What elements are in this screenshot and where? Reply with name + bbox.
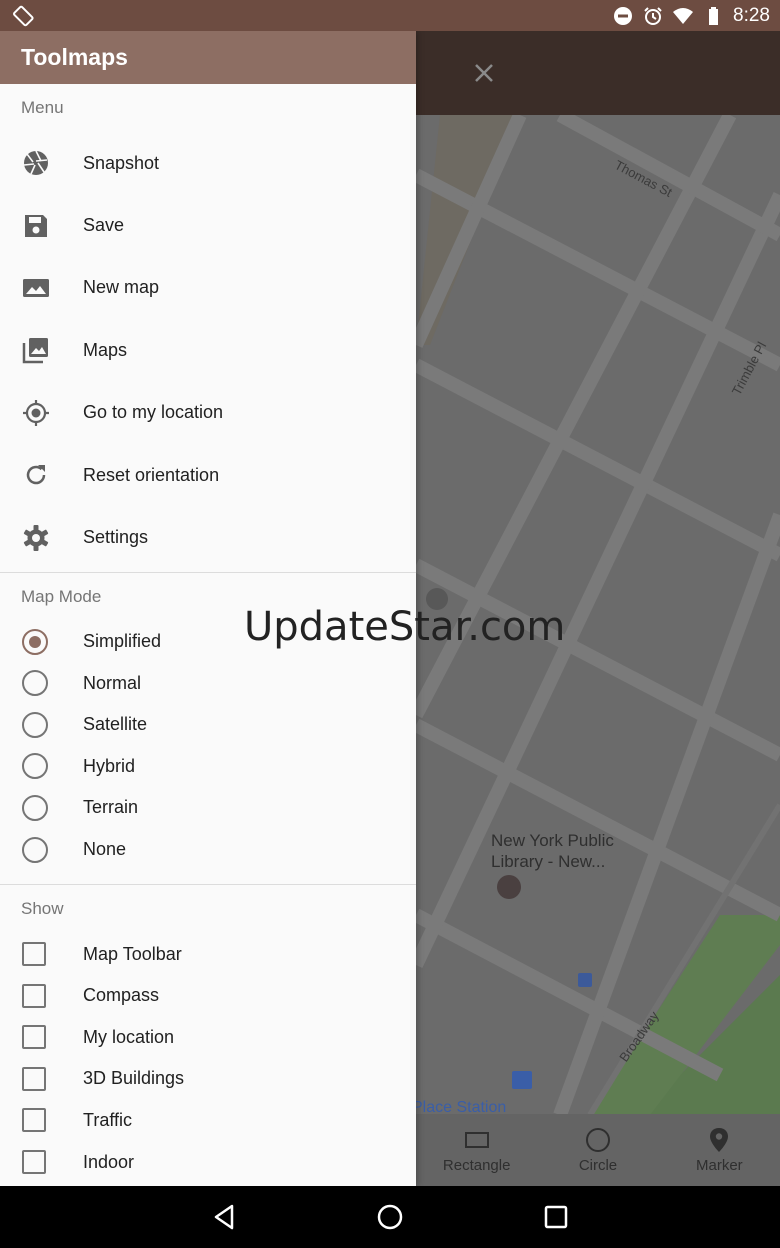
alarm-icon <box>644 6 662 25</box>
poi-label[interactable]: New York Public Library - New... <box>491 830 621 872</box>
menu-item-new-map[interactable]: New map <box>0 257 416 319</box>
battery-icon <box>709 6 719 25</box>
refresh-icon <box>26 465 46 485</box>
radio-button-checked[interactable] <box>22 628 48 655</box>
menu-item-label: Settings <box>83 527 149 548</box>
drawer-header: Toolmaps <box>0 31 416 84</box>
radio-none[interactable]: None <box>0 829 416 871</box>
menu-item-save[interactable]: Save <box>0 194 416 256</box>
radio-terrain[interactable]: Terrain <box>0 787 416 829</box>
radio-button[interactable] <box>22 794 48 821</box>
clock: 8:28 <box>733 4 770 26</box>
menu-item-snapshot[interactable]: Snapshot <box>0 132 416 194</box>
camera-aperture-icon <box>23 150 48 176</box>
circle-icon <box>585 1127 610 1152</box>
checkbox-label: Indoor <box>83 1151 135 1172</box>
menu-item-label: Maps <box>83 339 128 360</box>
save-icon <box>25 214 47 237</box>
check-my-location[interactable]: My location <box>0 1016 416 1058</box>
gear-icon <box>23 524 49 551</box>
marker-tool-button[interactable]: Marker <box>659 1114 780 1186</box>
menu-item-label: Go to my location <box>83 402 224 423</box>
close-icon[interactable] <box>470 59 498 87</box>
circle-tool-label: Circle <box>578 1156 618 1174</box>
radio-label: Terrain <box>83 797 139 818</box>
check-traffic[interactable]: Traffic <box>0 1100 416 1142</box>
checkbox-label: 3D Buildings <box>83 1068 185 1089</box>
checkbox[interactable] <box>22 1108 46 1133</box>
menu-item-reset-orientation[interactable]: Reset orientation <box>0 444 416 506</box>
menu-item-label: Save <box>83 215 125 236</box>
marker-tool-label: Marker <box>695 1156 743 1174</box>
radio-label: Normal <box>83 672 142 693</box>
menu-item-label: Reset orientation <box>83 464 220 485</box>
checkbox[interactable] <box>22 1150 46 1175</box>
menu-item-settings[interactable]: Settings <box>0 506 416 568</box>
status-icons: 8:28 <box>613 0 770 31</box>
rectangle-icon <box>464 1131 489 1148</box>
screen-rotation-icon <box>13 5 34 27</box>
checkbox-label: Traffic <box>83 1109 133 1130</box>
image-icon <box>23 278 49 297</box>
check-indoor[interactable]: Indoor <box>0 1141 416 1183</box>
rectangle-tool-label: Rectangle <box>442 1156 511 1174</box>
checkbox[interactable] <box>22 1025 46 1050</box>
photo-library-icon <box>22 338 48 364</box>
my-location-icon <box>23 399 49 426</box>
do-not-disturb-icon <box>614 6 633 25</box>
radio-label: Simplified <box>83 631 162 652</box>
menu-item-go-to-my-location[interactable]: Go to my location <box>0 382 416 444</box>
radio-label: Satellite <box>83 714 148 735</box>
map-tools-bar: Rectangle Circle Marker <box>416 1114 780 1186</box>
radio-button[interactable] <box>22 836 48 863</box>
recents-icon[interactable] <box>542 1203 570 1231</box>
check-3d-buildings[interactable]: 3D Buildings <box>0 1058 416 1100</box>
system-nav-bar <box>0 1186 780 1248</box>
rectangle-tool-button[interactable]: Rectangle <box>416 1114 537 1186</box>
menu-item-label: New map <box>83 277 160 298</box>
home-icon[interactable] <box>376 1203 404 1231</box>
checkbox-label: Compass <box>83 985 160 1006</box>
circle-tool-button[interactable]: Circle <box>537 1114 658 1186</box>
check-map-toolbar[interactable]: Map Toolbar <box>0 933 416 975</box>
checkbox-label: Map Toolbar <box>83 943 182 964</box>
radio-label: Hybrid <box>83 755 136 776</box>
menu-item-label: Snapshot <box>83 152 160 173</box>
show-section-title: Show <box>21 899 64 919</box>
radio-button[interactable] <box>22 711 48 738</box>
check-compass[interactable]: Compass <box>0 975 416 1017</box>
menu-section-title: Menu <box>21 98 64 117</box>
app-screen: 8:28 Thomas St Trimble Pl Broadway New Y… <box>0 0 780 1248</box>
radio-hybrid[interactable]: Hybrid <box>0 746 416 788</box>
wifi-icon <box>673 7 694 24</box>
radio-satellite[interactable]: Satellite <box>0 704 416 746</box>
radio-normal[interactable]: Normal <box>0 662 416 704</box>
status-bar: 8:28 <box>0 0 780 31</box>
watermark: UpdateStar.com <box>244 604 566 650</box>
radio-button[interactable] <box>22 670 48 697</box>
menu-item-maps[interactable]: Maps <box>0 319 416 381</box>
app-title: Toolmaps <box>21 44 128 70</box>
checkbox[interactable] <box>22 983 46 1008</box>
checkbox[interactable] <box>22 942 46 967</box>
checkbox-label: My location <box>83 1026 175 1047</box>
back-icon[interactable] <box>210 1203 238 1231</box>
radio-button[interactable] <box>22 753 48 780</box>
checkbox[interactable] <box>22 1066 46 1091</box>
map-marker-icon <box>710 1127 729 1152</box>
radio-label: None <box>83 839 127 859</box>
